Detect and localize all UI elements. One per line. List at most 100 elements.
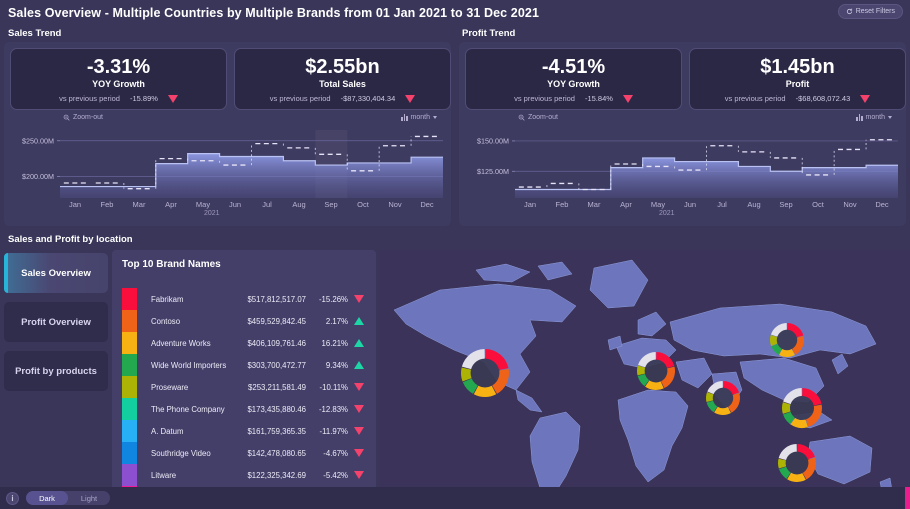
trend-down-icon [405,95,415,103]
brand-trend-indicator [348,471,370,479]
view-tab-profit-overview[interactable]: Profit Overview [4,302,108,342]
brand-color-swatch [122,354,137,376]
map-landmass [516,390,542,412]
granularity-selector[interactable]: month [401,114,437,121]
trend-down-icon [168,95,178,103]
x-tick-apr: Apr [155,200,187,212]
brand-trend-indicator [348,383,370,391]
view-tabs: Sales Overview Profit Overview Profit by p… [4,253,108,400]
footer: i Dark Light [0,487,910,509]
brand-change-pct: 9.34% [306,361,348,370]
theme-option-light[interactable]: Light [68,491,110,505]
table-row[interactable]: Litware$122,325,342.69-5.42% [122,464,370,486]
brand-change-pct: -11.97% [306,427,348,436]
brand-name: Contoso [137,317,228,326]
brand-name: Litware [137,471,228,480]
x-tick-aug: Aug [283,200,315,212]
view-tab-sales-overview[interactable]: Sales Overview [4,253,108,293]
profit-x-axis-year: 2021 [659,210,675,217]
view-tab-profit-by-products[interactable]: Profit by products [4,351,108,391]
header: Sales Overview - Multiple Countries by M… [0,0,910,26]
kpi-compare-label: vs previous period [514,94,575,103]
theme-option-dark[interactable]: Dark [26,491,68,505]
kpi-compare-label: vs previous period [270,94,331,103]
profit-trend-chart[interactable]: $125.00M$150.00M [467,130,898,198]
brand-trend-indicator [348,449,370,457]
kpi-card-yoy-growth-sales[interactable]: -3.31% YOY Growth vs previous period -15… [10,48,227,110]
kpi-card-profit[interactable]: $1.45bn Profit vs previous period -$68,6… [689,48,906,110]
trend-down-icon [623,95,633,103]
sales-x-axis-year: 2021 [204,210,220,217]
donut-slice [782,402,791,414]
profit-trend-label: Profit Trend [462,28,515,39]
kpi-value: $1.45bn [760,57,834,78]
svg-text:$200.00M: $200.00M [22,172,54,181]
brand-color-swatch [122,332,137,354]
reset-filters-button[interactable]: Reset Filters [838,4,903,19]
x-tick-jan: Jan [59,200,91,212]
view-tab-label: Profit Overview [21,317,91,328]
x-tick-aug: Aug [738,200,770,212]
donut-slice [778,459,786,469]
profit-chart-toolbar: Zoom-out month [467,114,898,128]
x-tick-jul: Jul [251,200,283,212]
brand-color-swatch [122,420,137,442]
brand-name: Southridge Video [137,449,228,458]
brand-color-swatch [122,310,137,332]
map-landmass [590,260,648,308]
map-donut-marker[interactable] [778,444,816,482]
kpi-value: $2.55bn [305,57,379,78]
table-row[interactable]: Fabrikam$517,812,517.07-15.26% [122,288,370,310]
trend-down-icon [354,295,364,303]
trend-down-icon [354,427,364,435]
brand-color-swatch [122,464,137,486]
world-map[interactable] [380,250,910,509]
brand-table: Fabrikam$517,812,517.07-15.26%Contoso$45… [122,288,370,508]
table-row[interactable]: Wide World Importers$303,700,472.779.34% [122,354,370,376]
svg-text:$250.00M: $250.00M [22,136,54,145]
trend-down-icon [354,383,364,391]
chevron-down-icon [433,116,437,119]
kpi-label: YOY Growth [547,79,600,89]
info-icon[interactable]: i [6,492,19,505]
zoom-out-label: Zoom-out [73,114,103,121]
profit-x-axis: JanFebMarAprMayJunJulAugSepOctNovDec [514,200,898,212]
trend-up-icon [354,339,364,347]
sales-trend-chart[interactable]: $200.00M $250.00M [12,130,443,198]
zoom-out-label: Zoom-out [528,114,558,121]
table-row[interactable]: Southridge Video$142,478,080.65-4.67% [122,442,370,464]
view-tab-label: Profit by products [15,366,97,377]
x-tick-jul: Jul [706,200,738,212]
info-label: i [11,494,13,503]
kpi-value: -3.31% [87,57,150,78]
table-row[interactable]: The Phone Company$173,435,880.46-12.83% [122,398,370,420]
granularity-label: month [411,114,430,121]
table-title: Top 10 Brand Names [122,259,221,270]
table-row[interactable]: Adventure Works$406,109,761.4616.21% [122,332,370,354]
profit-trend-panel: -4.51% YOY Growth vs previous period -15… [459,42,906,226]
trend-down-icon [354,449,364,457]
brand-name: Adventure Works [137,339,228,348]
brand-trend-indicator [348,405,370,413]
table-row[interactable]: Contoso$459,529,842.452.17% [122,310,370,332]
zoom-out-button[interactable]: Zoom-out [63,114,103,121]
chevron-down-icon [888,116,892,119]
theme-toggle[interactable]: Dark Light [26,491,110,505]
brand-trend-indicator [348,427,370,435]
table-row[interactable]: Proseware$253,211,581.49-10.11% [122,376,370,398]
table-row[interactable]: A. Datum$161,759,365.35-11.97% [122,420,370,442]
reset-filters-label: Reset Filters [856,8,895,15]
location-section-label: Sales and Profit by location [8,234,133,245]
granularity-selector[interactable]: month [856,114,892,121]
kpi-label: Total Sales [319,79,366,89]
brand-change-pct: -4.67% [306,449,348,458]
brand-change-pct: -15.26% [306,295,348,304]
brand-color-swatch [122,288,137,310]
brand-trend-indicator [348,295,370,303]
zoom-out-button[interactable]: Zoom-out [518,114,558,121]
brand-color-swatch [122,376,137,398]
kpi-card-yoy-growth-profit[interactable]: -4.51% YOY Growth vs previous period -15… [465,48,682,110]
profit-kpi-row: -4.51% YOY Growth vs previous period -15… [465,48,906,110]
kpi-card-total-sales[interactable]: $2.55bn Total Sales vs previous period -… [234,48,451,110]
brand-sales-value: $161,759,365.35 [228,427,306,436]
